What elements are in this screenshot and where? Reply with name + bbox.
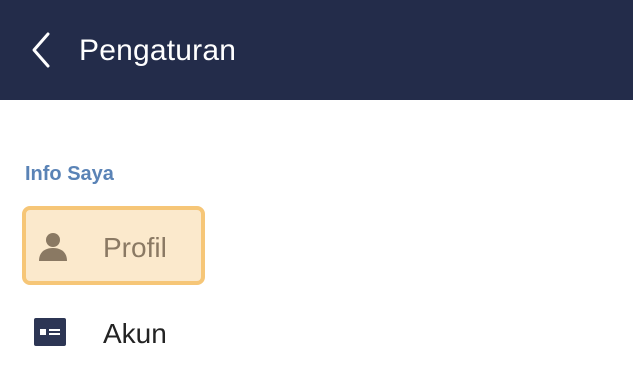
menu-item-label: Akun [103, 318, 167, 349]
app-header: Pengaturan [0, 0, 633, 100]
menu-item-label: Profil [103, 232, 167, 263]
page-title: Pengaturan [79, 34, 237, 67]
section-label-info-saya: Info Saya [25, 163, 114, 185]
back-button[interactable] [26, 28, 62, 72]
chevron-left-icon [32, 32, 50, 68]
person-icon [37, 231, 69, 263]
menu-item-profil[interactable]: Profil [22, 206, 205, 285]
menu-item-akun[interactable]: Akun [22, 294, 205, 373]
id-card-icon [34, 318, 66, 350]
